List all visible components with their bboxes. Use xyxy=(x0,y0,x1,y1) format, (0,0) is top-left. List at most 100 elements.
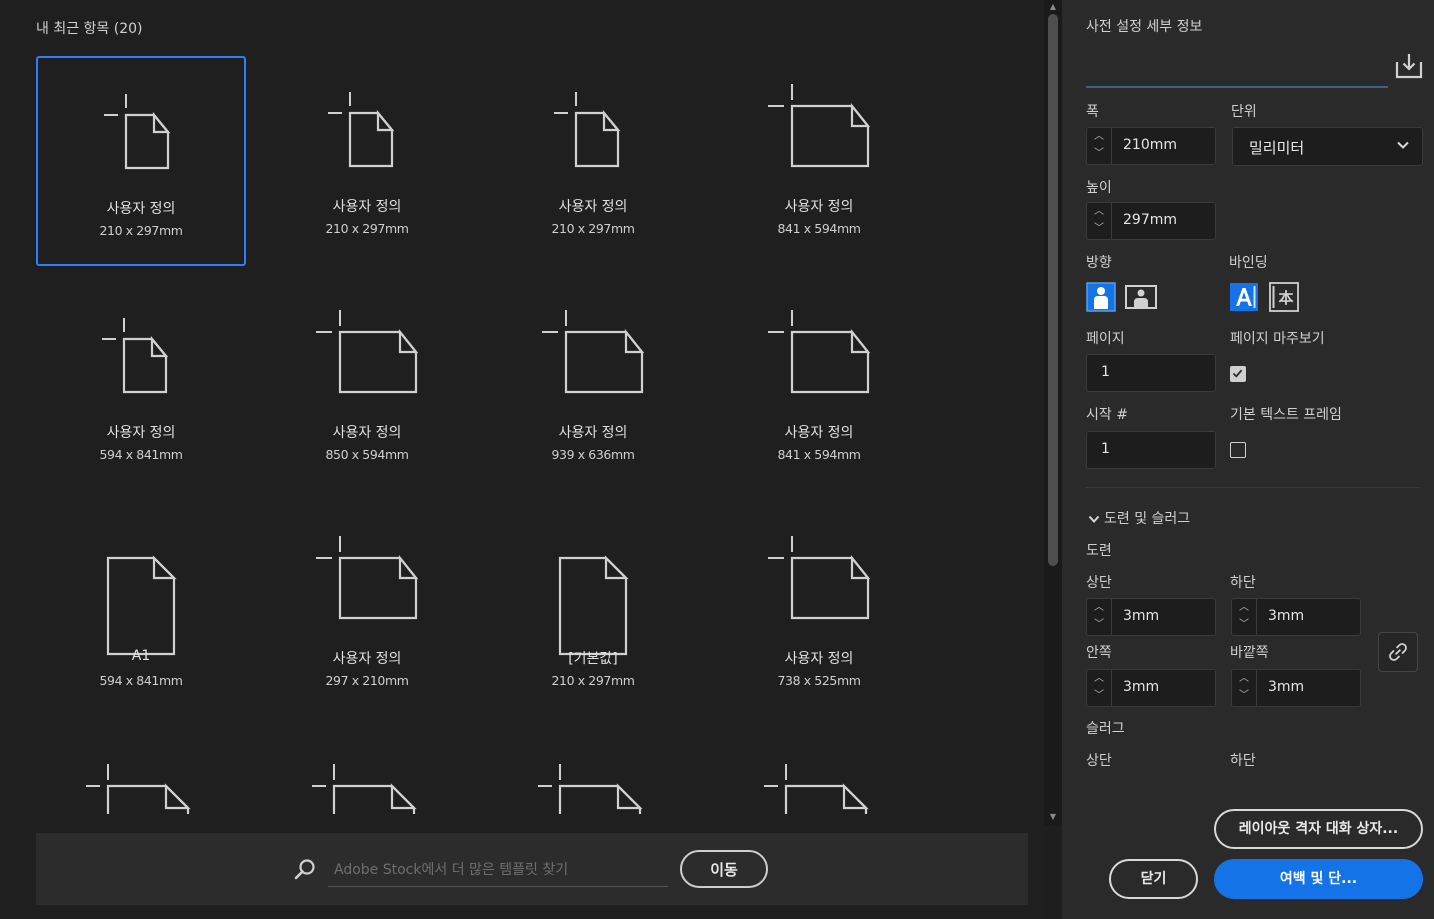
preset-tile[interactable]: 사용자 정의 297 x 210mm xyxy=(262,508,472,718)
preset-size: 841 x 594mm xyxy=(777,447,861,462)
preset-tile[interactable] xyxy=(488,734,698,824)
height-value: 297mm xyxy=(1123,212,1177,228)
chevron-down-icon[interactable] xyxy=(1088,513,1100,525)
details-title: 사전 설정 세부 정보 xyxy=(1086,19,1203,35)
search-icon xyxy=(294,859,315,880)
stock-search-input[interactable] xyxy=(328,853,668,887)
margins-columns-button[interactable]: 여백 및 단... xyxy=(1214,859,1423,899)
preset-tile[interactable]: [기본값] 210 x 297mm xyxy=(488,508,698,718)
left-to-right-binding-icon[interactable] xyxy=(1229,282,1259,312)
start-page-input[interactable]: 1 xyxy=(1086,431,1216,469)
stepper-arrows-icon[interactable]: ︿ ﹀ xyxy=(1087,128,1112,164)
pages-input[interactable]: 1 xyxy=(1086,354,1216,392)
preset-tile[interactable] xyxy=(262,734,472,824)
bleed-inside-value: 3mm xyxy=(1123,679,1160,695)
start-page-value: 1 xyxy=(1101,441,1110,457)
preset-details-panel: 사전 설정 세부 정보 폭 단위 ︿ ﹀ 210mm 밀리미터 높이 ︿ ﹀ 297… xyxy=(1062,0,1434,919)
document-preset-icon xyxy=(558,555,629,656)
document-preset-icon xyxy=(328,92,395,168)
document-preset-icon xyxy=(768,536,871,620)
document-preset-icon xyxy=(104,94,171,170)
bleed-bottom-label: 하단 xyxy=(1230,575,1256,591)
save-preset-icon[interactable] xyxy=(1394,52,1424,80)
preset-size: 850 x 594mm xyxy=(325,447,409,462)
preset-tile[interactable]: 사용자 정의 850 x 594mm xyxy=(262,282,472,492)
section-divider xyxy=(1086,487,1420,488)
primary-text-frame-checkbox[interactable] xyxy=(1230,442,1246,458)
grid-scrollbar[interactable]: ▲ ▼ xyxy=(1044,0,1062,826)
preset-tile[interactable]: 사용자 정의 210 x 297mm xyxy=(488,56,698,266)
chevron-down-icon xyxy=(1397,141,1409,149)
scroll-thumb[interactable] xyxy=(1048,14,1058,566)
bleed-top-label: 상단 xyxy=(1086,575,1112,591)
bleed-outside-stepper[interactable]: ︿ ﹀ 3mm xyxy=(1231,669,1361,707)
height-stepper[interactable]: ︿ ﹀ 297mm xyxy=(1086,202,1216,240)
stock-search-bar: 이동 xyxy=(36,833,1028,905)
bleed-bottom-stepper[interactable]: ︿ ﹀ 3mm xyxy=(1231,598,1361,636)
scroll-down-icon[interactable]: ▼ xyxy=(1047,812,1059,822)
presets-panel: 내 최근 항목 (20) 사용자 정의 210 x 297mm 사용자 정의 210 … xyxy=(0,0,1044,919)
preset-size: 210 x 297mm xyxy=(551,221,635,236)
preset-tile[interactable]: 사용자 정의 594 x 841mm xyxy=(36,282,246,492)
preset-tile[interactable]: 사용자 정의 738 x 525mm xyxy=(714,508,924,718)
stepper-arrows-icon[interactable]: ︿ ﹀ xyxy=(1087,599,1112,635)
width-label: 폭 xyxy=(1086,104,1099,120)
check-icon xyxy=(1232,369,1243,378)
preset-name: 사용자 정의 xyxy=(332,425,402,441)
link-icon xyxy=(1389,643,1407,661)
document-preset-icon xyxy=(554,92,621,168)
preset-name: A1 xyxy=(131,648,151,664)
preset-size: 841 x 594mm xyxy=(777,221,861,236)
preset-tile[interactable]: 사용자 정의 939 x 636mm xyxy=(488,282,698,492)
bleed-top-stepper[interactable]: ︿ ﹀ 3mm xyxy=(1086,598,1216,636)
width-stepper[interactable]: ︿ ﹀ 210mm xyxy=(1086,127,1216,165)
preset-tile[interactable]: 사용자 정의 841 x 594mm xyxy=(714,282,924,492)
bleed-inside-label: 안쪽 xyxy=(1086,645,1112,661)
preset-name: 사용자 정의 xyxy=(106,425,176,441)
stepper-arrows-icon[interactable]: ︿ ﹀ xyxy=(1232,670,1257,706)
bleed-slug-toggle[interactable]: 도련 및 슬러그 xyxy=(1104,508,1190,528)
recent-title: 내 최근 항목 (20) xyxy=(36,21,143,37)
slug-top-label: 상단 xyxy=(1086,753,1112,769)
height-label: 높이 xyxy=(1086,180,1112,196)
orientation-label: 방향 xyxy=(1086,255,1112,271)
preset-name: 사용자 정의 xyxy=(332,651,402,667)
preset-tile[interactable] xyxy=(714,734,924,824)
landscape-orientation-icon[interactable] xyxy=(1124,282,1158,312)
preset-size: 210 x 297mm xyxy=(325,221,409,236)
preset-name: 사용자 정의 xyxy=(784,425,854,441)
document-preset-icon xyxy=(542,310,645,394)
preset-tile[interactable] xyxy=(36,734,246,824)
document-preset-icon xyxy=(764,764,869,814)
start-page-label: 시작 # xyxy=(1086,407,1128,423)
link-bleed-button[interactable] xyxy=(1378,632,1418,672)
preset-name-field[interactable] xyxy=(1086,86,1388,88)
bleed-inside-stepper[interactable]: ︿ ﹀ 3mm xyxy=(1086,669,1216,707)
preset-name: 사용자 정의 xyxy=(558,425,628,441)
stepper-arrows-icon[interactable]: ︿ ﹀ xyxy=(1087,670,1112,706)
portrait-orientation-icon[interactable] xyxy=(1086,282,1116,312)
stepper-arrows-icon[interactable]: ︿ ﹀ xyxy=(1087,203,1112,239)
close-button[interactable]: 닫기 xyxy=(1109,859,1198,899)
facing-pages-checkbox[interactable] xyxy=(1230,366,1246,382)
stepper-arrows-icon[interactable]: ︿ ﹀ xyxy=(1232,599,1257,635)
scroll-up-icon[interactable]: ▲ xyxy=(1047,2,1059,12)
right-to-left-binding-icon[interactable]: 本 xyxy=(1269,282,1299,312)
preset-tile[interactable]: 사용자 정의 210 x 297mm xyxy=(36,56,246,266)
slug-label: 슬러그 xyxy=(1086,721,1125,737)
pages-label: 페이지 xyxy=(1086,331,1125,347)
units-select[interactable]: 밀리미터 xyxy=(1232,127,1423,166)
preset-tile[interactable]: 사용자 정의 210 x 297mm xyxy=(262,56,472,266)
go-button[interactable]: 이동 xyxy=(680,850,768,888)
preset-tile[interactable]: 사용자 정의 841 x 594mm xyxy=(714,56,924,266)
document-preset-icon xyxy=(106,555,177,656)
units-label: 단위 xyxy=(1231,104,1257,120)
pages-value: 1 xyxy=(1101,364,1110,380)
preset-name: [기본값] xyxy=(568,651,618,667)
layout-grid-dialog-button[interactable]: 레이아웃 격자 대화 상자... xyxy=(1214,809,1423,849)
preset-name: 사용자 정의 xyxy=(784,199,854,215)
document-preset-icon xyxy=(316,536,419,620)
document-preset-icon xyxy=(538,764,643,814)
slug-bottom-label: 하단 xyxy=(1230,753,1256,769)
preset-tile[interactable]: A1 594 x 841mm xyxy=(36,508,246,718)
